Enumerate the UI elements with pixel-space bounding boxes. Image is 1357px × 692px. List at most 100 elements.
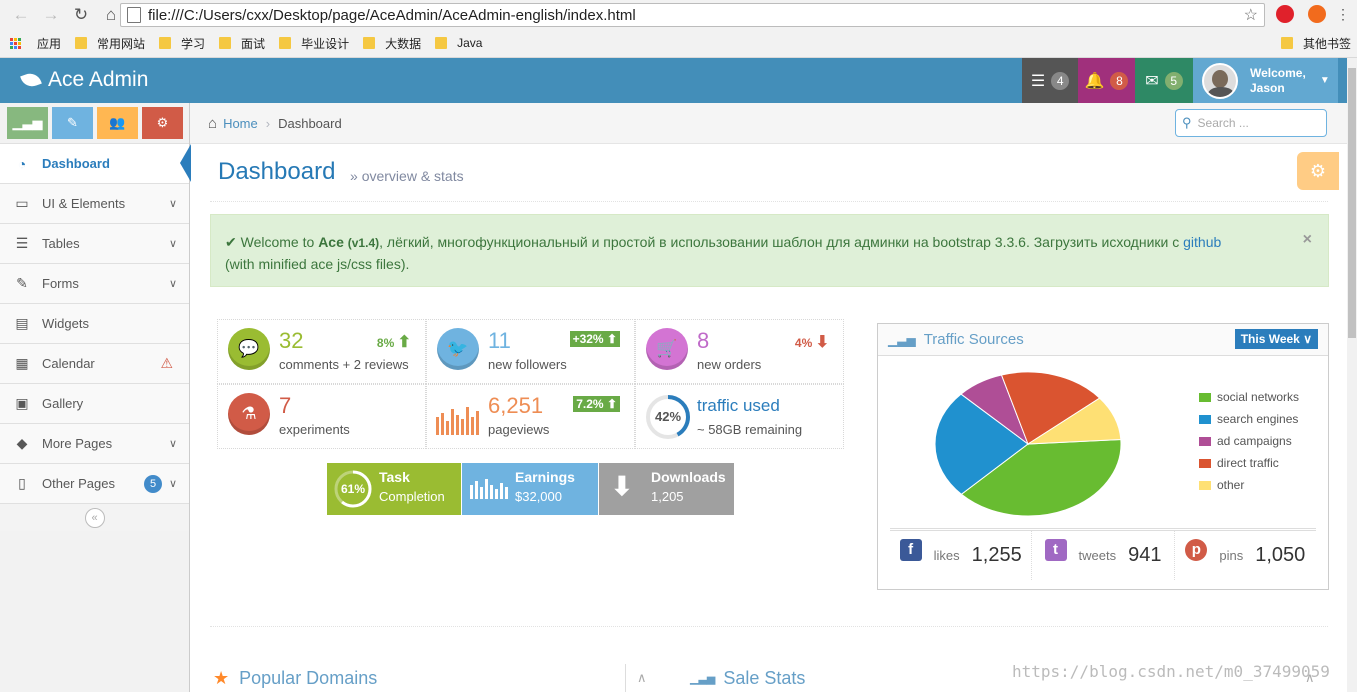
apps-icon[interactable] [10,37,21,49]
extension-icon[interactable] [1308,5,1326,23]
menu-icon[interactable]: ⋮ [1336,6,1350,23]
breadcrumb-home[interactable]: Home [223,116,258,131]
sidebar-item-widgets[interactable]: ▤ Widgets [0,303,189,343]
github-link[interactable]: github [1183,234,1221,250]
opera-extension-icon[interactable] [1276,5,1294,23]
messages-button[interactable]: ✉ 5 [1135,58,1193,103]
double-angle-left-icon[interactable]: « [84,507,105,528]
traffic-sources-widget: ▁▃▅ Traffic Sources This Week ∨ social n… [877,323,1329,590]
other-pages-badge: 5 [144,474,162,493]
infobox-number: 6,251 [488,393,544,418]
bookmark-folder[interactable]: 毕业设计 [279,35,349,52]
back-icon[interactable]: ← [10,4,32,26]
arrow-down-icon: ⬇ [815,334,829,351]
bookmark-folder[interactable]: 常用网站 [75,35,145,52]
chevron-down-icon: ∨ [168,438,177,450]
sidebar-item-tables[interactable]: ☰ Tables ∨ [0,223,189,263]
search-placeholder[interactable]: Search ... [1198,116,1249,130]
task-completion-box[interactable]: 61% Task Completion [327,463,461,515]
notifications-button[interactable]: 🔔 8 [1078,58,1135,103]
stat-value: 8% [376,336,395,350]
chevron-up-icon[interactable]: ∧ [637,670,647,686]
forward-icon[interactable]: → [40,4,62,26]
sidebar-item-label: Gallery [42,396,84,411]
chart-legend: social networks search engines ad campai… [1199,386,1299,496]
earnings-box[interactable]: Earnings $32,000 [462,463,598,515]
infobox-stat: 7.2% ⬆ [573,396,620,412]
other-bookmarks[interactable]: 其他书签 [1280,35,1351,52]
welcome-text: Welcome, [1250,65,1306,80]
sidebar-item-label: Dashboard [42,156,110,171]
user-name: Jason [1250,80,1285,95]
pencil-shortcut-button[interactable]: ✎ [52,107,93,139]
folder-icon [1280,37,1293,49]
infobox-text: ~ 58GB remaining [697,422,803,437]
breadcrumb: ⌂ Home › Dashboard ⚲ Search ... [190,103,1347,144]
address-bar[interactable]: file:///C:/Users/cxx/Desktop/page/AceAdm… [120,3,1265,27]
settings-button[interactable]: ⚙ [1297,152,1339,190]
sidebar-collapse[interactable]: « [0,503,189,531]
bookmark-item[interactable]: 应用 [37,35,61,52]
bookmark-star-icon[interactable]: ☆ [1244,5,1258,25]
legend-label: ad campaigns [1217,434,1292,448]
picture-icon: ▣ [15,395,29,411]
bookmark-folder[interactable]: 学习 [159,35,205,52]
sidebar-item-dashboard[interactable]: ◔ Dashboard [0,143,191,183]
sidebar-item-forms[interactable]: ✎ Forms ∨ [0,263,189,303]
search-input[interactable]: ⚲ Search ... [1175,109,1327,137]
range-dropdown[interactable]: This Week ∨ [1234,329,1318,349]
sidebar-item-label: UI & Elements [42,196,126,211]
pinterest-icon: p [1185,538,1208,561]
sidebar-item-label: More Pages [42,436,113,451]
folder-icon [219,37,232,49]
user-menu[interactable]: Welcome, Jason ▼ [1193,58,1338,103]
sale-stats-header: ▁▃▅ Sale Stats [690,668,805,689]
sidebar-item-other-pages[interactable]: ▯ Other Pages 5 ∨ [0,463,189,503]
close-icon[interactable]: × [1303,229,1312,250]
tasks-badge: 4 [1051,71,1070,90]
folder-icon [363,37,376,49]
check-icon: ✔ [225,234,237,250]
widget-title: Traffic Sources [923,331,1024,348]
box-sub: 1,205 [651,489,684,504]
chevron-down-icon: ∨ [1303,332,1312,346]
sidebar-item-calendar[interactable]: ▦ Calendar ⚠ [0,343,189,383]
notifications-badge: 8 [1110,71,1129,90]
social-label: tweets [1078,548,1117,563]
sidebar-item-ui-elements[interactable]: ▭ UI & Elements ∨ [0,183,189,223]
infobox-pageviews: 6,251 pageviews 7.2% ⬆ [426,384,635,449]
stat-value: 7.2% [576,397,604,411]
infobox-text: comments + 2 reviews [279,357,409,372]
brand[interactable]: Ace Admin [20,68,148,92]
bookmark-folder[interactable]: Java [435,36,482,50]
breadcrumb-current: Dashboard [278,115,342,131]
facebook-icon: f [899,538,922,561]
social-label: likes [933,548,960,563]
scrollbar-thumb[interactable] [1348,68,1356,338]
scrollbar[interactable] [1347,58,1357,692]
sidebar-item-gallery[interactable]: ▣ Gallery [0,383,189,423]
folder-icon [435,37,448,49]
box-title: Task [379,469,410,485]
bookmark-folder[interactable]: 面试 [219,35,265,52]
users-shortcut-button[interactable]: 👥 [97,107,138,139]
downloads-box[interactable]: ⬇ Downloads 1,205 [599,463,734,515]
list-icon: ☰ [15,235,29,251]
twitter-icon: t [1044,538,1067,561]
bookmark-folder[interactable]: 大数据 [363,35,421,52]
tasks-icon: ☰ [1030,72,1046,90]
legend-swatch [1199,480,1211,490]
infobox-number: 7 [279,393,292,418]
brand-text[interactable]: Ace Admin [48,68,148,92]
sidebar-item-more-pages[interactable]: ◆ More Pages ∨ [0,423,189,463]
reload-icon[interactable]: ↻ [70,4,92,26]
cogs-shortcut-button[interactable]: ⚙ [142,107,183,139]
infobox-text: pageviews [488,422,550,437]
url-text[interactable]: file:///C:/Users/cxx/Desktop/page/AceAdm… [148,7,636,24]
signal-shortcut-button[interactable]: ▁▃▅ [7,107,48,139]
infobox-experiments: ⚗ 7 experiments [217,384,426,449]
chevron-up-icon[interactable]: ∧ [1305,670,1315,686]
social-value: 941 [1128,544,1162,566]
tasks-button[interactable]: ☰ 4 [1022,58,1078,103]
home-icon[interactable]: ⌂ [100,4,122,26]
